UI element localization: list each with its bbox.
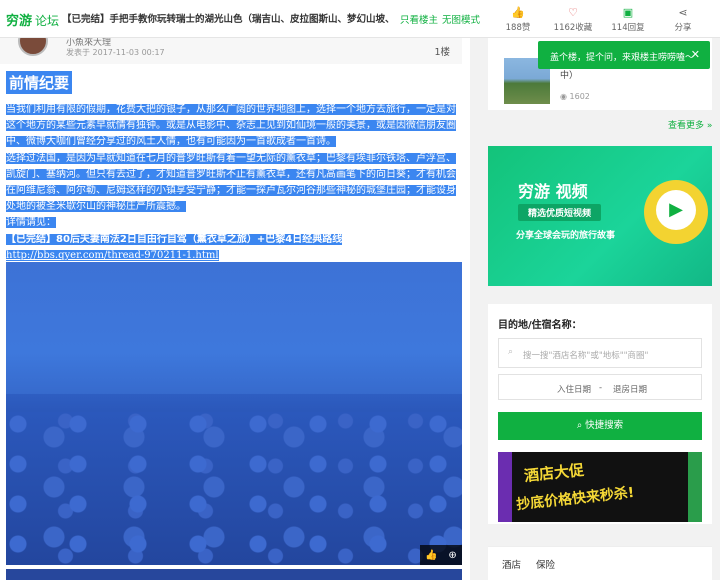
post-floor: 1楼 xyxy=(434,47,450,58)
zoom-icon[interactable]: ⊕ xyxy=(448,550,456,561)
quick-search-button[interactable]: ⌕ 快捷搜索 xyxy=(498,412,702,440)
hotel-promo-ad[interactable]: 酒店大促 抄底价格快来秒杀! xyxy=(498,452,702,522)
see-more-link[interactable]: 查看更多 » xyxy=(668,118,716,131)
toast-text: 盖个楼，提个问，来艰楼主唠唠嗑～ xyxy=(550,53,695,63)
logo-sub: 论坛 xyxy=(35,14,60,28)
search-icon: ⌕ xyxy=(576,420,586,431)
photo-toolbar: 👍 ⊕ xyxy=(420,545,462,565)
search-icon: ⌕ xyxy=(508,347,514,357)
only-author-link[interactable]: 只看楼主 xyxy=(400,12,438,26)
banner-title: 穷游 视频 xyxy=(518,182,588,201)
checkin-date[interactable]: 入住日期 xyxy=(557,383,591,395)
post-photo[interactable]: 👍 ⊕ xyxy=(6,262,462,565)
recommend-title[interactable]: 中） xyxy=(560,68,578,81)
tab-hotel[interactable]: 酒店 xyxy=(502,557,521,571)
thread-title: 【已完结】手把手教你玩转瑞士的湖光山色（瑞吉山、皮拉图斯山、梦幻山坡、少女峰..… xyxy=(62,14,392,25)
destination-input[interactable]: ⌕ 搜一搜"酒店名称"或"地标""商圈" xyxy=(498,338,702,368)
ad-line-1: 酒店大促 xyxy=(523,460,585,486)
share-button[interactable]: ⋖ 分享 xyxy=(658,6,708,33)
close-icon[interactable]: ✕ xyxy=(691,48,700,61)
date-range: 入住日期 - 退房日期 xyxy=(498,374,702,400)
post-column: 小魚來大理 发表于 2017-11-03 00:17 1楼 前情纪要 当我们利用… xyxy=(0,38,470,580)
share-icon: ⋖ xyxy=(678,6,688,19)
paragraph: 当我们利用有限的假期，花费大把的银子，从那么广阔的世界地图上，选择一个地方去旅行… xyxy=(6,104,456,148)
eye-icon: ◉ xyxy=(560,92,570,101)
ad-stripe xyxy=(688,452,702,522)
paragraph: 选择过法国，是因为早就知道在七月的普罗旺斯有着一望无际的薰衣草；巴黎有埃菲尔铁塔… xyxy=(6,152,456,213)
banner-subtitle: 分享全球会玩的旅行故事 xyxy=(516,231,616,241)
tab-insurance[interactable]: 保险 xyxy=(536,557,555,571)
search-title: 目的地/住宿名称： xyxy=(498,320,582,331)
date-dash: - xyxy=(599,383,603,393)
reply-button[interactable]: ▣ 114回复 xyxy=(603,6,653,33)
reply-icon: ▣ xyxy=(622,6,634,19)
post-header: 小魚來大理 发表于 2017-11-03 00:17 1楼 xyxy=(0,38,462,64)
banner-pill: 精选优质短视频 xyxy=(518,204,602,221)
top-bar: 穷游 论坛 【已完结】手把手教你玩转瑞士的湖光山色（瑞吉山、皮拉图斯山、梦幻山坡、… xyxy=(0,0,720,38)
post-body: 当我们利用有限的假期，花费大把的银子，从那么广阔的世界地图上，选择一个地方去旅行… xyxy=(6,102,462,264)
post-time: 发表于 2017-11-03 00:17 xyxy=(66,48,165,57)
related-thread-title[interactable]: 【已完结】80后夫妻南法2日自由行自驾（薰衣草之旅）+巴黎4日经典路线 xyxy=(6,233,343,245)
play-icon: ▶ xyxy=(656,190,696,230)
favorite-button[interactable]: ♡ 1162收藏 xyxy=(548,6,598,33)
like-icon: 👍 xyxy=(511,6,525,19)
thumb-up-icon[interactable]: 👍 xyxy=(425,550,437,561)
paragraph: 详情请见： xyxy=(6,217,56,229)
checkout-date[interactable]: 退房日期 xyxy=(613,383,647,395)
photo-field xyxy=(6,412,462,565)
recommend-views: ◉ 1602 xyxy=(560,92,590,101)
favorite-count: 1162收藏 xyxy=(553,23,593,33)
reply-count: 114回复 xyxy=(611,23,645,33)
service-tabs: 酒店 保险 xyxy=(488,546,712,580)
section-heading: 前情纪要 xyxy=(6,71,73,94)
post-photo-next[interactable] xyxy=(6,569,462,580)
like-count: 188赞 xyxy=(505,23,531,33)
hotel-search-card: 目的地/住宿名称： ⌕ 搜一搜"酒店名称"或"地标""商圈" 入住日期 - 退房… xyxy=(488,304,712,524)
qyer-video-banner[interactable]: 穷游 视频 精选优质短视频 分享全球会玩的旅行故事 ▶ xyxy=(488,146,712,286)
like-button[interactable]: 👍 188赞 xyxy=(493,6,543,33)
quick-search-label: 快捷搜索 xyxy=(585,420,624,431)
search-placeholder: 搜一搜"酒店名称"或"地标""商圈" xyxy=(523,351,649,361)
share-label: 分享 xyxy=(674,23,692,33)
no-image-link[interactable]: 无图模式 xyxy=(442,12,480,26)
ad-stripe xyxy=(498,452,512,522)
toast-notification: 盖个楼，提个问，来艰楼主唠唠嗑～ ✕ xyxy=(538,41,710,69)
heart-icon: ♡ xyxy=(568,6,578,19)
avatar[interactable] xyxy=(18,38,48,56)
ad-line-2: 抄底价格快来秒杀! xyxy=(515,484,636,514)
qyer-logo[interactable]: 穷游 论坛 xyxy=(6,10,59,29)
related-thread-link[interactable]: http://bbs.qyer.com/thread-970211-1.html xyxy=(6,249,219,261)
logo-text: 穷游 xyxy=(6,14,33,29)
views-count: 1602 xyxy=(569,92,590,101)
